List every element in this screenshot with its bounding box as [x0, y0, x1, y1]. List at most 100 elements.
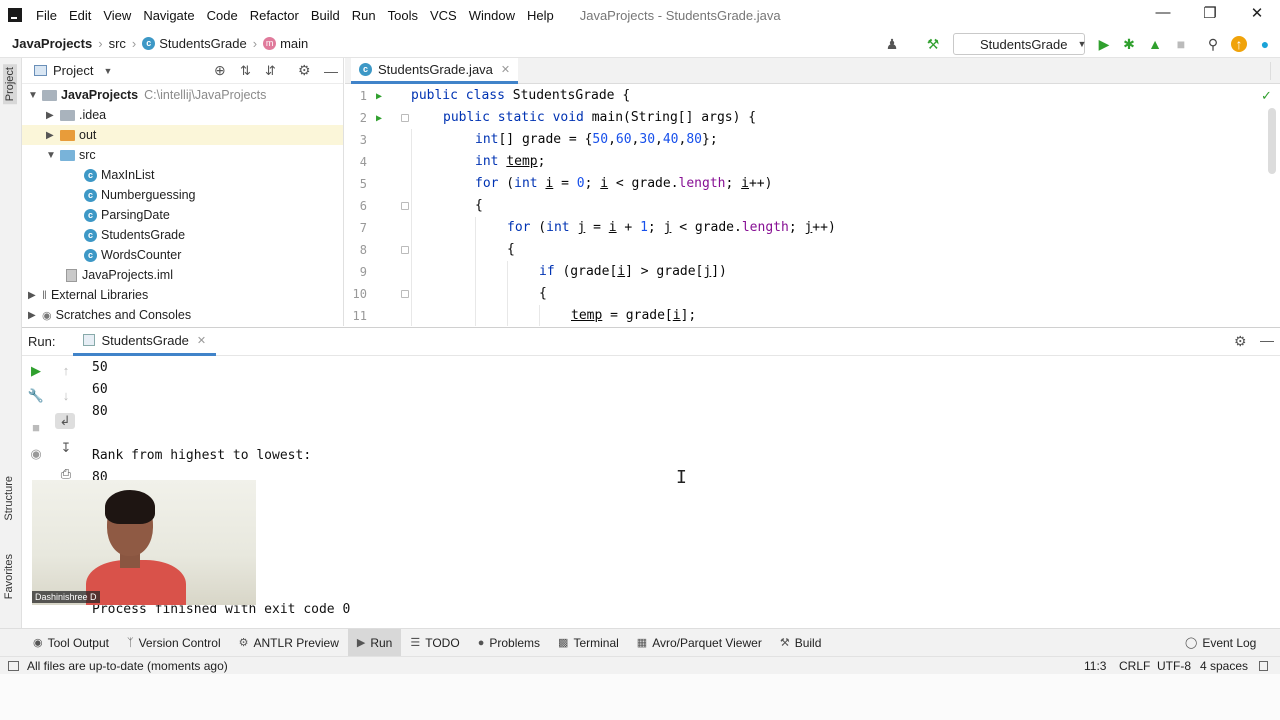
line-separator[interactable]: CRLF [1119, 659, 1150, 673]
line-number: 4 [359, 155, 367, 169]
run-tool-button[interactable]: ▶ Run [347, 628, 402, 657]
chevron-down-icon[interactable]: ▼ [103, 66, 112, 76]
structure-tool-tab[interactable]: Structure [3, 476, 15, 521]
breadcrumb-project[interactable]: JavaProjects [12, 36, 92, 51]
caret-position[interactable]: 11:3 [1084, 659, 1106, 673]
project-tool-tab[interactable]: Project [3, 64, 17, 105]
menu-edit[interactable]: Edit [69, 8, 91, 23]
run-gutter-icon[interactable]: ▶ [376, 91, 382, 102]
indent-setting[interactable]: 4 spaces [1200, 659, 1248, 673]
lock-icon[interactable] [1259, 660, 1268, 671]
tree-item-project-root[interactable]: ▼ JavaProjects C:\intellij\JavaProjects [28, 85, 266, 105]
project-panel-title[interactable]: Project [53, 63, 93, 78]
menu-run[interactable]: Run [352, 8, 376, 23]
collapse-all-icon[interactable]: ⇵ [265, 63, 276, 79]
breadcrumb-src[interactable]: src [109, 36, 126, 51]
presenter-name: Dashinishree D [32, 591, 100, 603]
close-icon[interactable]: ✕ [1245, 4, 1269, 22]
tree-item-src[interactable]: ▼ src [46, 145, 96, 165]
tree-item-scratches[interactable]: ▶ ◉ Scratches and Consoles [28, 305, 191, 325]
tree-item-class[interactable]: c MaxInList [84, 165, 155, 185]
camera-icon[interactable]: ◉ [26, 446, 46, 462]
down-arrow-icon[interactable]: ↓ [56, 388, 76, 403]
editor-scrollbar[interactable] [1268, 108, 1276, 174]
menu-vcs[interactable]: VCS [430, 8, 457, 23]
stop-icon[interactable]: ■ [1173, 36, 1189, 52]
build-tool-button[interactable]: ⚒ Build [771, 629, 831, 657]
problems-button[interactable]: ● Problems [469, 629, 549, 657]
terminal-button[interactable]: ▩ Terminal [549, 629, 628, 657]
expand-all-icon[interactable]: ⇅ [240, 63, 251, 79]
close-tab-icon[interactable]: ✕ [197, 334, 206, 347]
menu-code[interactable]: Code [207, 8, 238, 23]
hide-icon[interactable]: — [324, 63, 338, 79]
menu-build[interactable]: Build [311, 8, 340, 23]
menu-tools[interactable]: Tools [388, 8, 418, 23]
file-encoding[interactable]: UTF-8 [1157, 659, 1191, 673]
version-control-button[interactable]: ᛉ Version Control [118, 629, 230, 657]
soft-wrap-icon[interactable]: ↲ [55, 413, 75, 429]
console-output[interactable]: 50 60 80 Rank from highest to lowest: 80… [92, 357, 1262, 629]
class-icon: c [84, 248, 97, 262]
scroll-to-end-icon[interactable]: ↧ [56, 440, 76, 456]
up-arrow-icon[interactable]: ↑ [56, 363, 76, 378]
menu-window[interactable]: Window [469, 8, 515, 23]
favorites-tool-tab[interactable]: Favorites [3, 554, 15, 599]
scratches-icon: ◉ [42, 309, 52, 322]
run-configuration-select[interactable]: StudentsGrade ▼ [953, 33, 1086, 55]
tree-item-iml[interactable]: JavaProjects.iml [66, 265, 173, 285]
tree-item-idea[interactable]: ▶ .idea [46, 105, 106, 125]
tree-item-out[interactable]: ▶ out [22, 125, 343, 145]
menu-file[interactable]: File [36, 8, 57, 23]
tree-item-external-libraries[interactable]: ▶ ‖ External Libraries [28, 285, 148, 305]
tree-item-label: External Libraries [50, 288, 149, 302]
menu-navigate[interactable]: Navigate [143, 8, 194, 23]
console-line: 50 [92, 360, 108, 375]
antlr-preview-button[interactable]: ⚙ ANTLR Preview [230, 629, 348, 657]
avro-parquet-viewer-button[interactable]: ▦ Avro/Parquet Viewer [628, 629, 771, 657]
search-icon[interactable]: ⚲ [1205, 36, 1221, 52]
plugin-icon[interactable]: ● [1257, 36, 1273, 52]
run-icon[interactable]: ▶ [1096, 36, 1112, 52]
stop-icon[interactable]: ■ [26, 420, 46, 435]
run-gutter-icon[interactable]: ▶ [376, 113, 382, 124]
gear-icon[interactable]: ⚙ [298, 62, 311, 79]
close-tab-icon[interactable]: ✕ [501, 63, 510, 76]
gear-icon[interactable]: ⚙ [1234, 333, 1247, 350]
minimize-icon[interactable]: — [1151, 4, 1175, 21]
coverage-icon[interactable]: ▲ [1147, 36, 1163, 52]
tree-item-class[interactable]: c Numberguessing [84, 185, 196, 205]
avro-icon: ▦ [636, 637, 648, 649]
tree-item-class[interactable]: c ParsingDate [84, 205, 170, 225]
run-tab-studentsgrade[interactable]: StudentsGrade ✕ [73, 328, 217, 356]
hide-icon[interactable]: — [1260, 332, 1274, 348]
locate-icon[interactable]: ⊕ [214, 62, 226, 79]
breadcrumb-class[interactable]: StudentsGrade [159, 36, 246, 51]
run-icon: ▶ [356, 637, 366, 649]
menu-refactor[interactable]: Refactor [250, 8, 299, 23]
editor-tab-studentsgrade[interactable]: c StudentsGrade.java ✕ [351, 58, 519, 84]
build-hammer-icon[interactable]: ⚒ [925, 36, 941, 52]
tree-item-class[interactable]: c WordsCounter [84, 245, 181, 265]
line-number: 7 [359, 221, 367, 235]
tree-item-class[interactable]: c StudentsGrade [84, 225, 185, 245]
class-icon: c [84, 228, 97, 242]
status-message[interactable]: All files are up-to-date (moments ago) [27, 659, 228, 673]
breadcrumb-method[interactable]: main [280, 36, 308, 51]
code-line: for (int i = 0; i < grade.length; i++) [475, 176, 773, 191]
menu-view[interactable]: View [103, 8, 131, 23]
todo-button[interactable]: ☰ TODO [401, 629, 468, 657]
code-editor[interactable]: public class StudentsGrade { public stat… [405, 85, 1270, 326]
class-icon: c [84, 188, 97, 202]
code-line: if (grade[i] > grade[j]) [539, 264, 727, 279]
status-toggle-icon[interactable] [8, 660, 19, 671]
debug-icon[interactable]: ✱ [1121, 36, 1137, 52]
rerun-icon[interactable]: ▶ [26, 363, 46, 379]
event-log-button[interactable]: ◯ Event Log [1176, 629, 1265, 657]
wrench-icon[interactable]: 🔧 [26, 388, 46, 404]
update-icon[interactable]: ↑ [1231, 36, 1247, 52]
user-icon[interactable]: ♟ [884, 36, 900, 52]
tool-output-button[interactable]: ◉ Tool Output [24, 629, 118, 657]
menu-help[interactable]: Help [527, 8, 554, 23]
restore-icon[interactable]: ❐ [1198, 4, 1222, 22]
